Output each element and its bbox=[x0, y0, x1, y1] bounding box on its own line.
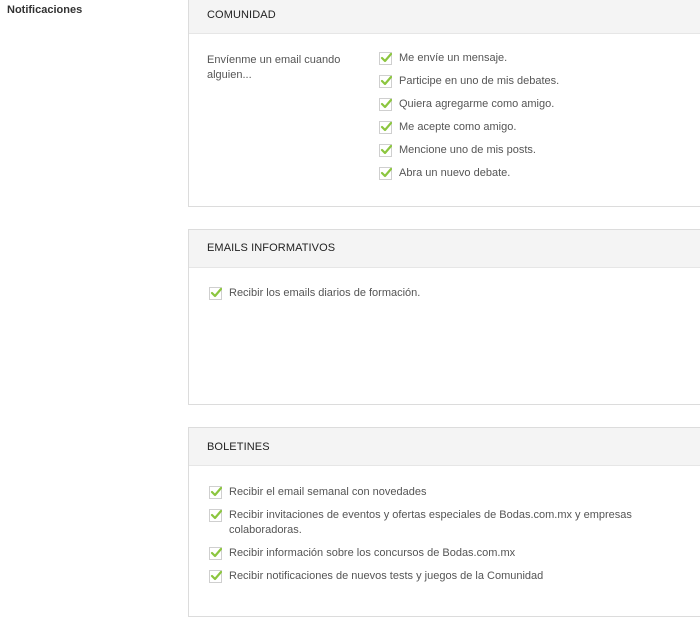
checkbox[interactable] bbox=[209, 570, 222, 583]
option-label: Participe en uno de mis debates. bbox=[399, 75, 560, 87]
checkmark-icon bbox=[380, 167, 392, 178]
option-comunidad-2[interactable]: Quiera agregarme como amigo. bbox=[379, 97, 700, 112]
option-label: Recibir notificaciones de nuevos tests y… bbox=[229, 570, 544, 582]
option-label: Mencione uno de mis posts. bbox=[399, 144, 536, 156]
checkmark-icon bbox=[380, 52, 392, 63]
checkbox[interactable] bbox=[379, 75, 392, 88]
checkmark-icon bbox=[210, 547, 222, 558]
checkbox[interactable] bbox=[209, 486, 222, 499]
option-label: Recibir los emails diarios de formación. bbox=[229, 287, 421, 299]
checkbox[interactable] bbox=[379, 52, 392, 65]
checkbox[interactable] bbox=[379, 98, 392, 111]
checkmark-icon bbox=[380, 75, 392, 86]
option-comunidad-5[interactable]: Abra un nuevo debate. bbox=[379, 166, 700, 181]
comunidad-intro: Envíenme un email cuando alguien... bbox=[207, 54, 341, 81]
checkmark-icon bbox=[210, 486, 222, 497]
option-comunidad-1[interactable]: Participe en uno de mis debates. bbox=[379, 74, 700, 89]
option-comunidad-3[interactable]: Me acepte como amigo. bbox=[379, 120, 700, 135]
comunidad-options: Me envíe un mensaje. Participe en uno de… bbox=[379, 51, 700, 181]
emails-informativos-options: Recibir los emails diarios de formación. bbox=[209, 286, 629, 301]
section-emails-informativos: EMAILS INFORMATIVOS Recibir los emails d… bbox=[188, 229, 700, 405]
option-boletines-2[interactable]: Recibir información sobre los concursos … bbox=[209, 546, 639, 561]
option-label: Recibir información sobre los concursos … bbox=[229, 547, 516, 559]
option-emails-informativos-0[interactable]: Recibir los emails diarios de formación. bbox=[209, 286, 629, 301]
option-label: Me acepte como amigo. bbox=[399, 121, 517, 133]
checkmark-icon bbox=[380, 144, 392, 155]
option-comunidad-4[interactable]: Mencione uno de mis posts. bbox=[379, 143, 700, 158]
boletines-options: Recibir el email semanal con novedades R… bbox=[209, 485, 639, 584]
checkmark-icon bbox=[210, 570, 222, 581]
checkmark-icon bbox=[210, 509, 222, 520]
option-boletines-3[interactable]: Recibir notificaciones de nuevos tests y… bbox=[209, 569, 639, 584]
sidebar-title: Notificaciones bbox=[7, 4, 83, 16]
checkbox[interactable] bbox=[209, 287, 222, 300]
option-boletines-0[interactable]: Recibir el email semanal con novedades bbox=[209, 485, 639, 500]
checkbox[interactable] bbox=[209, 547, 222, 560]
option-label: Quiera agregarme como amigo. bbox=[399, 98, 555, 110]
checkmark-icon bbox=[210, 287, 222, 298]
checkmark-icon bbox=[380, 98, 392, 109]
checkbox[interactable] bbox=[379, 144, 392, 157]
checkbox[interactable] bbox=[379, 167, 392, 180]
option-label: Abra un nuevo debate. bbox=[399, 167, 511, 179]
option-label: Recibir invitaciones de eventos y oferta… bbox=[229, 509, 632, 536]
section-header-emails-informativos: EMAILS INFORMATIVOS bbox=[189, 230, 700, 268]
checkmark-icon bbox=[380, 121, 392, 132]
option-comunidad-0[interactable]: Me envíe un mensaje. bbox=[379, 51, 700, 66]
option-boletines-1[interactable]: Recibir invitaciones de eventos y oferta… bbox=[209, 508, 639, 538]
option-label: Me envíe un mensaje. bbox=[399, 52, 508, 64]
checkbox[interactable] bbox=[379, 121, 392, 134]
option-label: Recibir el email semanal con novedades bbox=[229, 486, 427, 498]
section-comunidad: COMUNIDAD Envíenme un email cuando algui… bbox=[188, 0, 700, 207]
section-header-boletines: BOLETINES bbox=[189, 428, 700, 466]
checkbox[interactable] bbox=[209, 509, 222, 522]
section-boletines: BOLETINES Recibir el email semanal con n… bbox=[188, 427, 700, 617]
section-header-comunidad: COMUNIDAD bbox=[189, 0, 700, 34]
